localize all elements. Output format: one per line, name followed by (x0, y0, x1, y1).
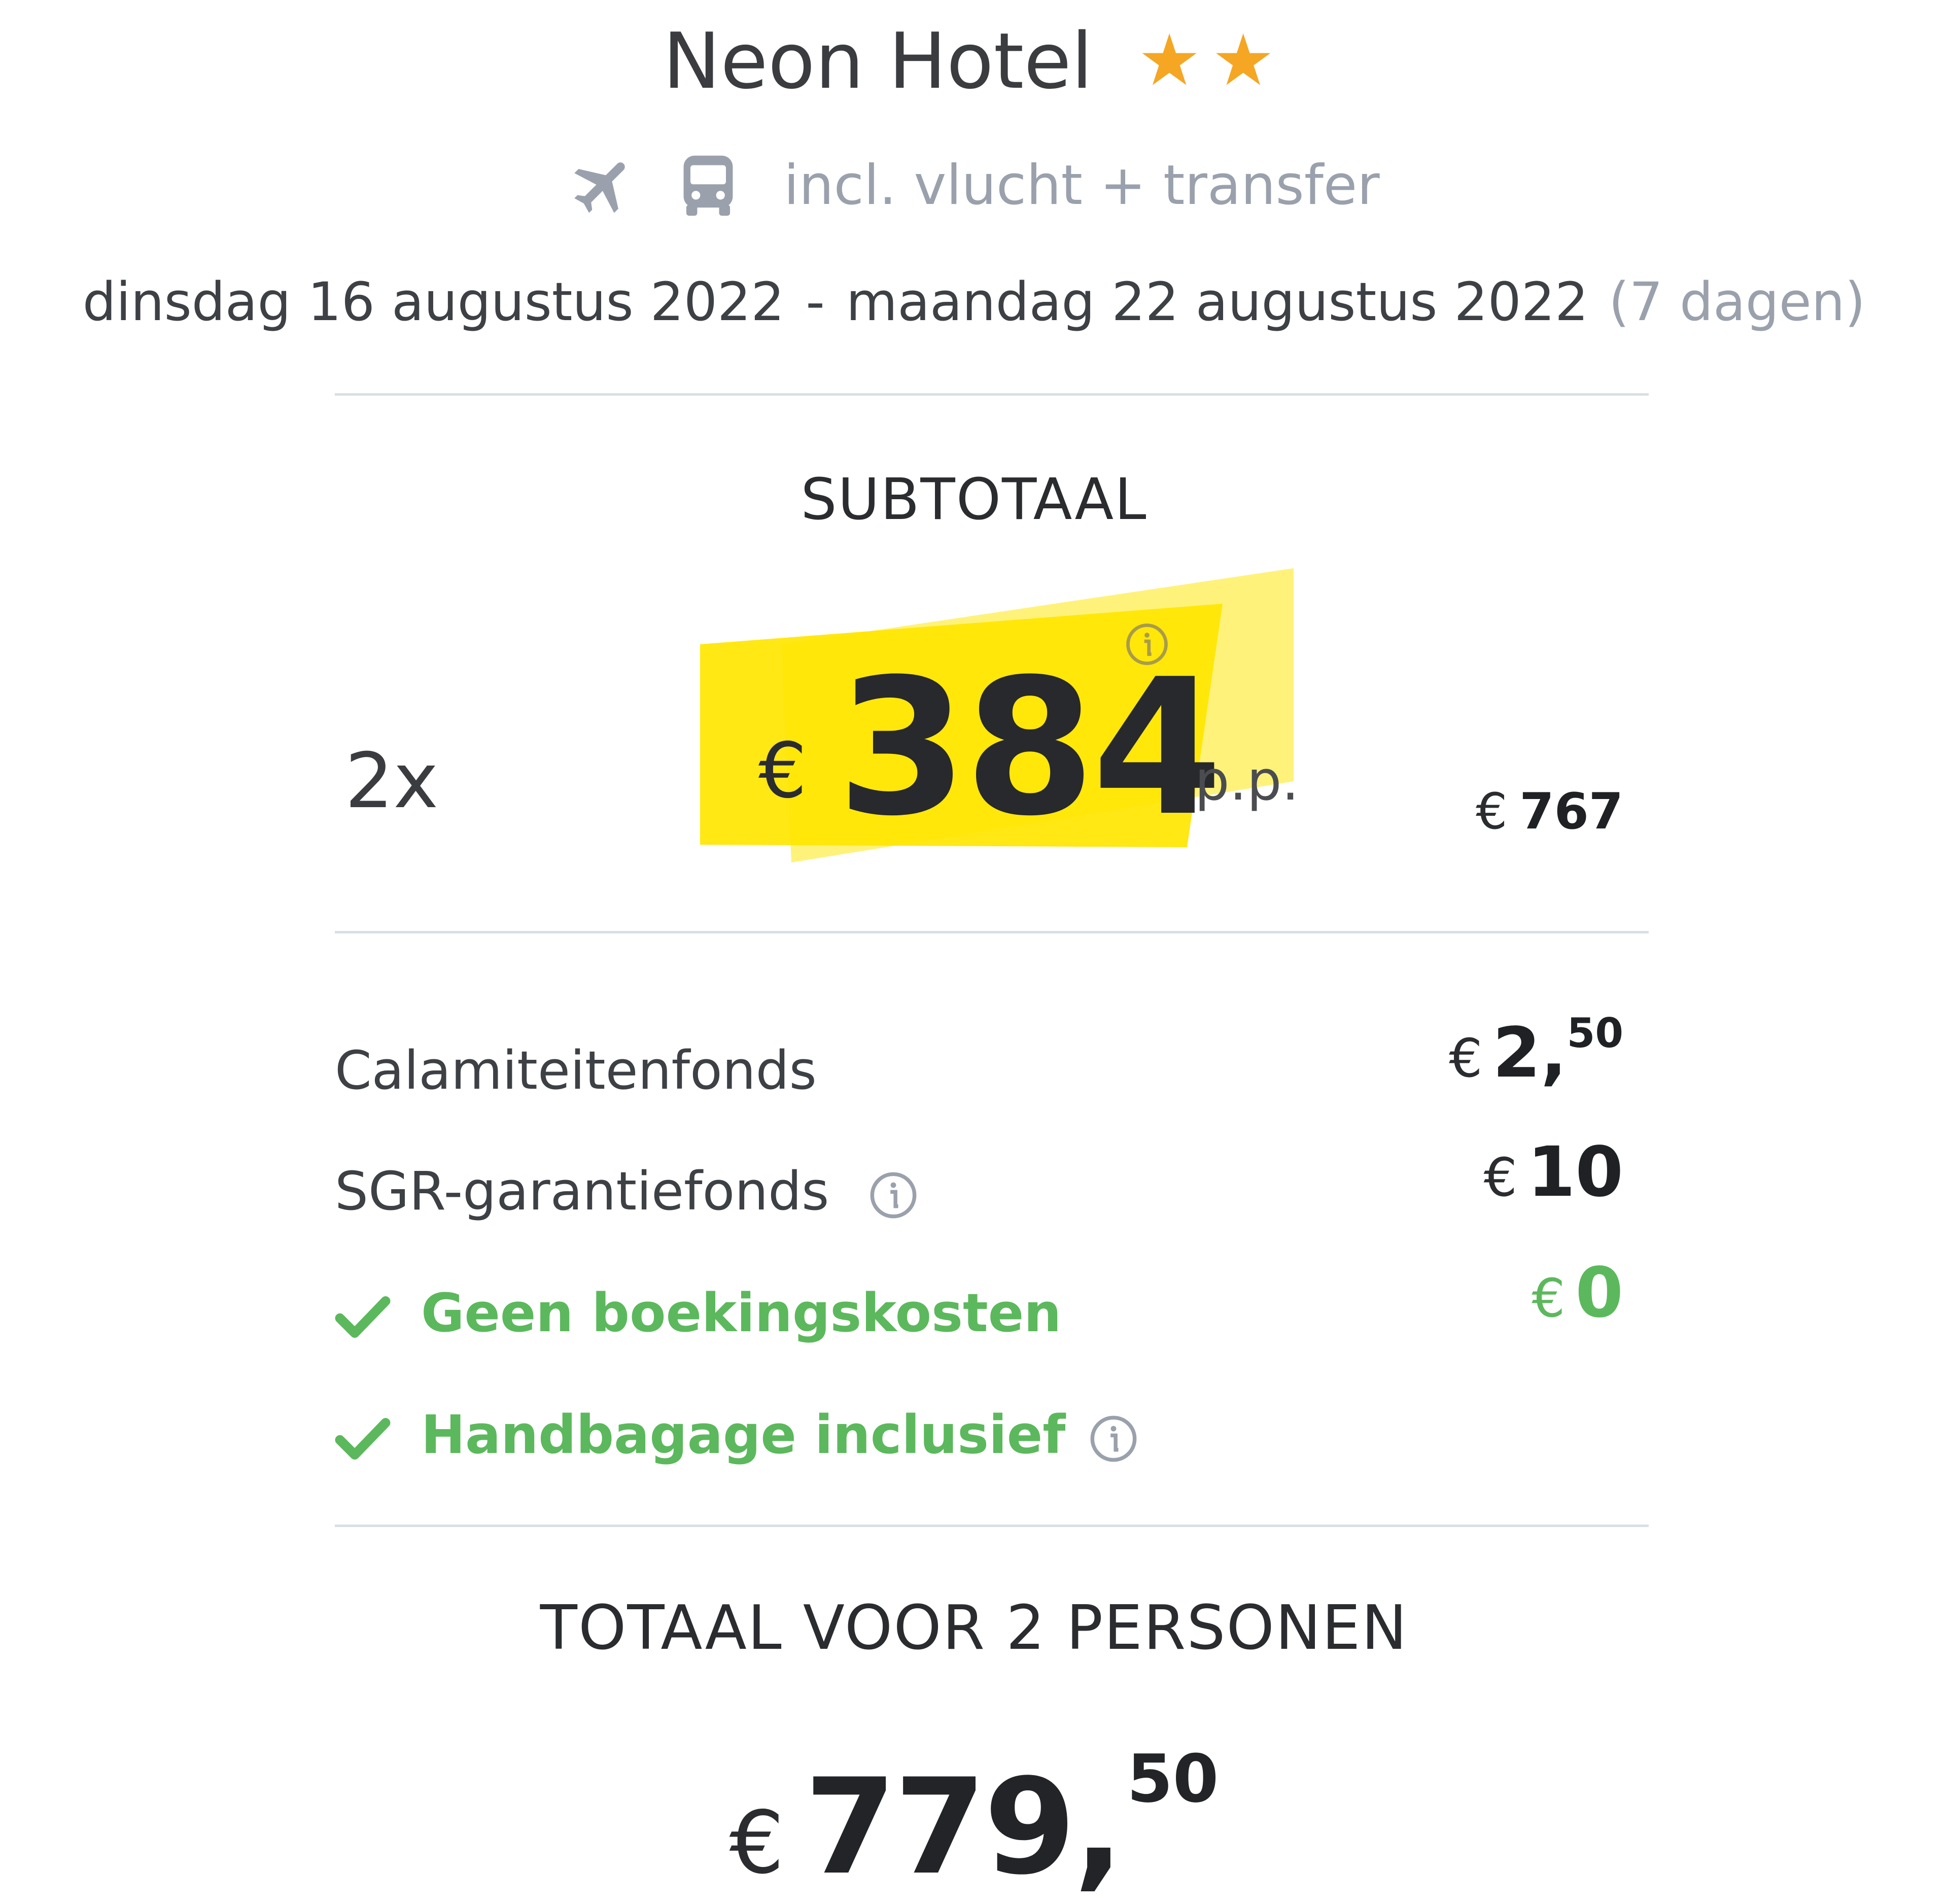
total-cents: 50 (1127, 1740, 1219, 1817)
star-icon: ★ (1137, 19, 1201, 102)
total-amount: 779, (804, 1751, 1124, 1904)
perk-row-booking-costs: Geen boekingskosten (335, 1277, 1061, 1348)
subtotal-currency: € (1476, 783, 1508, 841)
grand-total: €779,50 (0, 1740, 1948, 1904)
perk-row-hand-luggage: Handbagage inclusief (335, 1399, 1139, 1470)
subtotal-heading: SUBTOTAAL (801, 467, 1147, 533)
divider (335, 393, 1649, 396)
perk-label-booking-costs: Geen boekingskosten (421, 1282, 1062, 1344)
star-icon: ★ (1211, 19, 1275, 102)
star-rating: ★ ★ (1137, 10, 1285, 109)
trip-duration: (7 dagen) (1609, 271, 1866, 333)
hotel-name: Neon Hotel (663, 16, 1093, 106)
info-icon[interactable] (1088, 1413, 1139, 1464)
start-date: dinsdag 16 augustus 2022 (82, 271, 785, 333)
perk-label-hand-luggage: Handbagage inclusief (421, 1404, 1066, 1466)
fee-amount: 10 (1527, 1132, 1623, 1213)
price-per-person: 384 (837, 639, 1223, 857)
fee-amount: 0 (1575, 1253, 1623, 1333)
fee-value-sgr: €10 (1484, 1132, 1623, 1213)
subtotal-value: 767 (1519, 783, 1623, 841)
perk-value-booking-costs: €0 (1532, 1253, 1623, 1333)
info-icon[interactable] (868, 1170, 919, 1221)
date-separator: - (806, 271, 825, 333)
hotel-title: Neon Hotel ★ ★ (0, 10, 1948, 110)
fee-label-sgr: SGR-garantiefonds (335, 1160, 829, 1222)
check-icon (335, 1294, 391, 1340)
divider (335, 1525, 1649, 1527)
fee-cents: 50 (1567, 1010, 1623, 1057)
end-date: maandag 22 augustus 2022 (846, 271, 1589, 333)
divider (335, 931, 1649, 933)
price-currency: € (758, 727, 807, 815)
total-currency: € (729, 1793, 784, 1893)
info-icon[interactable] (1124, 621, 1170, 669)
fee-currency: € (1483, 1147, 1517, 1208)
travel-dates: dinsdag 16 augustus 2022- maandag 22 augu… (0, 266, 1948, 337)
fee-value-calamiteitenfonds: €2,50 (1449, 1010, 1623, 1093)
subtotal-amount: €767 (1476, 781, 1623, 842)
fee-currency: € (1532, 1267, 1566, 1329)
fee-row-sgr: SGR-garantiefonds (335, 1156, 919, 1227)
fee-currency: € (1449, 1027, 1483, 1089)
per-person-label: p.p. (1195, 749, 1299, 813)
transport-label: incl. vlucht + transfer (783, 154, 1380, 218)
traveller-quantity: 2x (345, 737, 439, 825)
fee-amount: 2, (1492, 1013, 1567, 1093)
total-heading: TOTAAL VOOR 2 PERSONEN (540, 1593, 1408, 1664)
fee-label-calamiteitenfonds: Calamiteitenfonds (335, 1040, 817, 1101)
bus-icon (675, 150, 741, 221)
transport-info: incl. vlucht + transfer (0, 145, 1948, 224)
plane-icon (568, 150, 639, 221)
check-icon (335, 1416, 391, 1462)
